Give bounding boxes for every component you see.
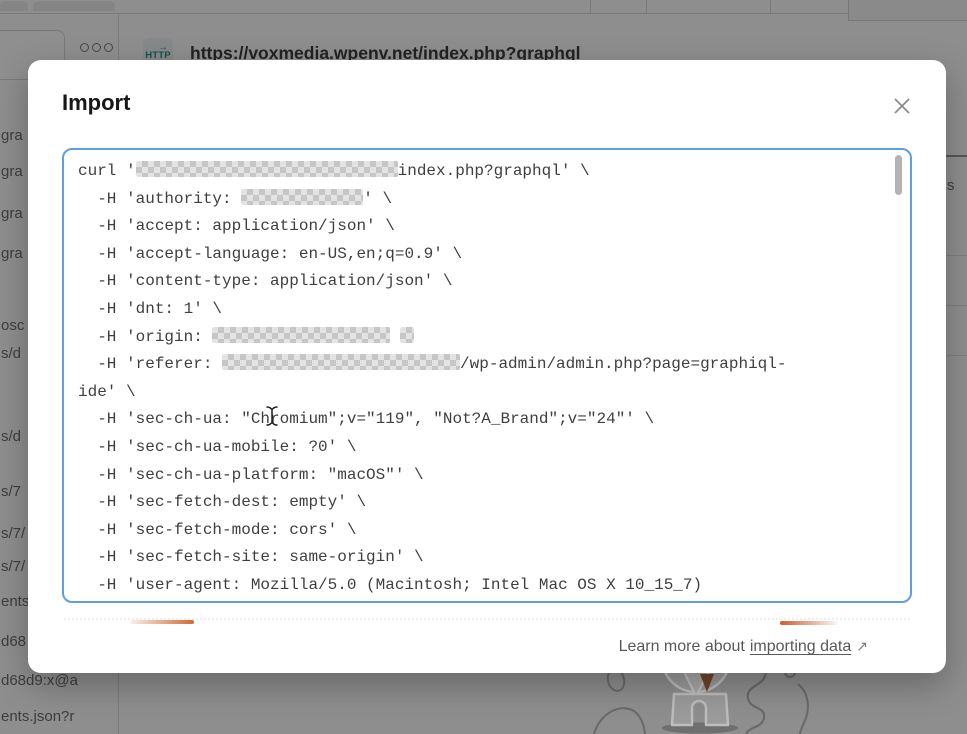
code-line: -H 'accept-language: en-US,en;q=0.9' \ bbox=[78, 241, 892, 269]
import-modal: Import curl 'index.php?graphql' \ -H 'au… bbox=[28, 60, 946, 673]
code-line: -H 'content-type: application/json' \ bbox=[78, 268, 892, 296]
accent-dash bbox=[780, 621, 837, 625]
code-line: -H 'origin: bbox=[78, 324, 892, 352]
curl-command-text: curl 'index.php?graphql' \ -H 'authority… bbox=[78, 158, 892, 597]
importing-data-link[interactable]: importing data bbox=[750, 638, 851, 656]
close-icon[interactable] bbox=[892, 96, 912, 116]
code-line: curl 'index.php?graphql' \ bbox=[78, 158, 892, 186]
footer-text: Learn more about bbox=[619, 638, 745, 656]
modal-footer: Learn more about importing data ↗ bbox=[619, 638, 868, 656]
external-link-icon: ↗ bbox=[856, 638, 868, 655]
redacted-text bbox=[212, 327, 390, 343]
code-line: ide' \ bbox=[78, 379, 892, 407]
redacted-text bbox=[222, 354, 460, 370]
code-line: -H 'sec-ch-ua: "Chromium";v="119", "Not?… bbox=[78, 406, 892, 434]
code-line: -H 'accept: application/json' \ bbox=[78, 213, 892, 241]
code-line: -H 'referer: /wp-admin/admin.php?page=gr… bbox=[78, 351, 892, 379]
redacted-text bbox=[241, 189, 363, 205]
import-paste-textarea[interactable]: curl 'index.php?graphql' \ -H 'authority… bbox=[62, 148, 912, 603]
redacted-text bbox=[136, 161, 398, 177]
accent-dash bbox=[130, 620, 194, 624]
text-cursor-icon bbox=[263, 405, 281, 427]
code-line: -H 'authority: ' \ bbox=[78, 186, 892, 214]
scrollbar-thumb[interactable] bbox=[895, 155, 902, 195]
redacted-text bbox=[400, 327, 414, 343]
modal-title: Import bbox=[62, 90, 130, 116]
code-line: -H 'sec-ch-ua-mobile: ?0' \ bbox=[78, 434, 892, 462]
code-line: -H 'sec-fetch-dest: empty' \ bbox=[78, 489, 892, 517]
code-line: -H 'sec-fetch-mode: cors' \ bbox=[78, 517, 892, 545]
code-line: -H 'sec-ch-ua-platform: "macOS"' \ bbox=[78, 462, 892, 490]
code-line: -H 'user-agent: Mozilla/5.0 (Macintosh; … bbox=[78, 572, 892, 597]
code-line: -H 'sec-fetch-site: same-origin' \ bbox=[78, 544, 892, 572]
code-line: -H 'dnt: 1' \ bbox=[78, 296, 892, 324]
